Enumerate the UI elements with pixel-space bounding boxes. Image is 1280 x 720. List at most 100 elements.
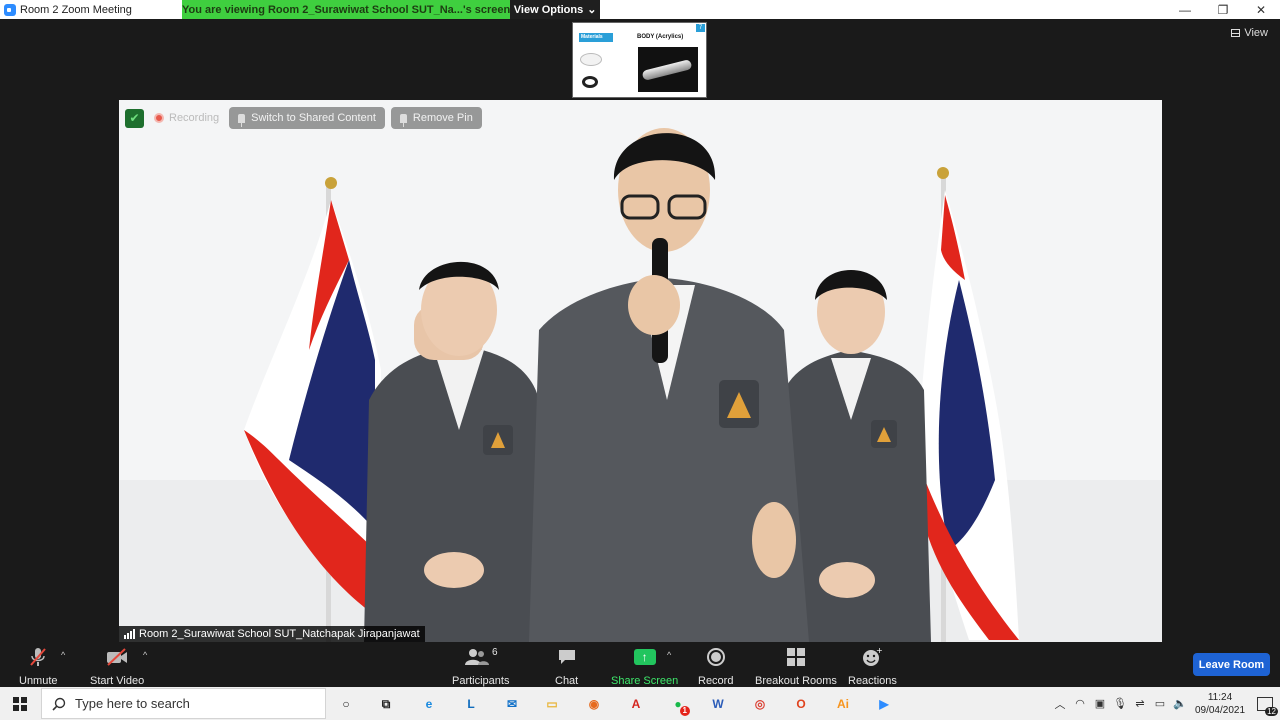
pin-icon (399, 113, 407, 127)
notification-center-button[interactable]: 12 (1250, 696, 1280, 716)
acrylic-tube-photo (638, 47, 698, 92)
share-screen-icon: ↑ (633, 646, 656, 668)
slide-number: 7 (696, 24, 705, 32)
network-icon[interactable]: ◠ (1070, 697, 1090, 710)
record-button[interactable]: Record (698, 646, 733, 687)
clock[interactable]: 11:24 09/04/2021 (1190, 691, 1250, 717)
edge-icon[interactable]: e (417, 692, 441, 716)
remove-pin-button[interactable]: Remove Pin (390, 107, 482, 129)
svg-text:+: + (876, 647, 882, 655)
recording-indicator: Recording (150, 112, 223, 124)
office-icon[interactable]: O (789, 692, 813, 716)
start-video-button[interactable]: Start Video (90, 646, 144, 687)
o-ring-image (582, 76, 598, 88)
start-button[interactable] (0, 687, 40, 720)
audio-options-caret[interactable]: ^ (61, 650, 65, 660)
unmute-button[interactable]: Unmute (19, 646, 58, 687)
tray-icons: ︿ ◠ ▣ 🎙 ⇌ ▭ 🔈 (1050, 696, 1190, 712)
body-title: BODY (Acrylics) (637, 34, 684, 40)
meeting-toolbar: Unmute ^ Start Video ^ 6 Participants Ch… (0, 642, 1280, 687)
reactions-icon: + (862, 646, 882, 668)
participant-name-tag: Room 2_Surawiwat School SUT_Natchapak Ji… (119, 626, 425, 642)
search-placeholder: Type here to search (75, 696, 190, 711)
video-off-icon (105, 646, 129, 668)
word-icon[interactable]: W (706, 692, 730, 716)
clock-date: 09/04/2021 (1194, 704, 1246, 716)
illustrator-icon[interactable]: Ai (831, 692, 855, 716)
chevron-down-icon: ⌄ (587, 4, 597, 16)
recording-label: Recording (169, 112, 220, 124)
chat-label: Chat (555, 675, 579, 687)
notification-count: 12 (1265, 706, 1278, 716)
microphone-icon[interactable]: 🎙 (1110, 697, 1130, 710)
video-feed: ✔ Recording Switch to Shared Content Rem… (119, 100, 1162, 642)
security-shield-icon[interactable]: ✔ (125, 108, 144, 128)
record-icon (706, 646, 726, 668)
task-view-icon[interactable]: ⧉ (374, 692, 398, 716)
windows-taskbar: Type here to search ○ ⧉ e L ✉ ▭ ◉ A ● 1 W ◎ O Ai ▶ ︿ ◠ ▣… (0, 687, 1280, 720)
record-label: Record (698, 675, 734, 687)
meet-now-icon[interactable]: ▣ (1090, 697, 1110, 710)
participants-icon: 6 (464, 646, 498, 668)
switch-to-shared-label: Switch to Shared Content (251, 112, 376, 124)
chrome-icon[interactable]: ◎ (748, 692, 772, 716)
line-icon[interactable]: ● 1 (666, 692, 690, 716)
participant-name: Room 2_Surawiwat School SUT_Natchapak Ji… (139, 628, 420, 640)
file-explorer-icon[interactable]: ▭ (540, 692, 564, 716)
remove-pin-label: Remove Pin (412, 112, 473, 124)
muted-microphone-icon (28, 646, 48, 668)
window-title: Room 2 Zoom Meeting (20, 3, 132, 16)
zoom-window: Room 2 Zoom Meeting — ❐ ✕ You are viewin… (0, 0, 1280, 720)
breakout-rooms-icon (786, 646, 806, 668)
mail-icon[interactable]: ✉ (500, 692, 524, 716)
materials-label: Materials (579, 33, 613, 42)
chat-icon (557, 646, 577, 668)
cortana-icon[interactable]: ○ (334, 692, 358, 716)
learning-app-icon[interactable]: L (459, 692, 483, 716)
unmute-label: Unmute (19, 675, 58, 687)
battery-icon[interactable]: ▭ (1150, 697, 1170, 710)
participants-label: Participants (452, 675, 510, 687)
zoom-app-icon (4, 3, 16, 16)
reactions-label: Reactions (848, 675, 897, 687)
usb-icon[interactable]: ⇌ (1130, 697, 1150, 710)
signal-strength-icon (124, 629, 135, 639)
taskbar-search-box[interactable]: Type here to search (41, 688, 326, 719)
breakout-rooms-button[interactable]: Breakout Rooms (755, 646, 837, 687)
view-label: View (1244, 27, 1268, 39)
pin-icon (238, 113, 246, 127)
firefox-icon[interactable]: ◉ (582, 692, 606, 716)
view-options-label: View Options (513, 3, 584, 16)
acrobat-icon[interactable]: A (624, 692, 648, 716)
chevron-up-icon[interactable]: ︿ (1050, 696, 1070, 712)
minimize-button[interactable]: — (1166, 0, 1204, 19)
participants-count: 6 (491, 646, 498, 658)
recording-dot-icon (154, 113, 164, 123)
notification-icon: 12 (1257, 696, 1278, 716)
participants-button[interactable]: 6 Participants (452, 646, 510, 688)
windows-logo-icon (13, 696, 27, 711)
close-button[interactable]: ✕ (1242, 0, 1280, 19)
view-button[interactable]: View (1231, 27, 1268, 39)
chat-button[interactable]: Chat (555, 646, 578, 687)
start-video-label: Start Video (90, 675, 145, 687)
share-screen-label: Share Screen (611, 675, 679, 687)
search-icon (52, 697, 66, 711)
reactions-button[interactable]: + Reactions (848, 646, 897, 687)
video-overlay-controls: ✔ Recording Switch to Shared Content Rem… (125, 107, 482, 129)
leave-room-button[interactable]: Leave Room (1193, 653, 1270, 676)
restore-button[interactable]: ❐ (1204, 0, 1242, 19)
window-controls: — ❐ ✕ (1166, 0, 1280, 19)
speaker-scene (119, 100, 1162, 642)
volume-icon[interactable]: 🔈 (1170, 697, 1190, 710)
system-tray: ︿ ◠ ▣ 🎙 ⇌ ▭ 🔈 11:24 09/04/2021 12 (1050, 687, 1280, 720)
shared-content-thumbnail[interactable]: 7 Materials BODY (Acrylics) (572, 22, 707, 98)
clock-time: 11:24 (1207, 691, 1233, 703)
video-options-caret[interactable]: ^ (143, 650, 147, 660)
view-grid-icon (1231, 29, 1241, 37)
view-options-button[interactable]: View Options ⌄ (510, 0, 600, 19)
viewing-banner: You are viewing Room 2_Surawiwat School … (182, 0, 600, 19)
share-options-caret[interactable]: ^ (667, 650, 671, 660)
zoom-icon[interactable]: ▶ (872, 692, 896, 716)
switch-to-shared-content-button[interactable]: Switch to Shared Content (229, 107, 385, 129)
